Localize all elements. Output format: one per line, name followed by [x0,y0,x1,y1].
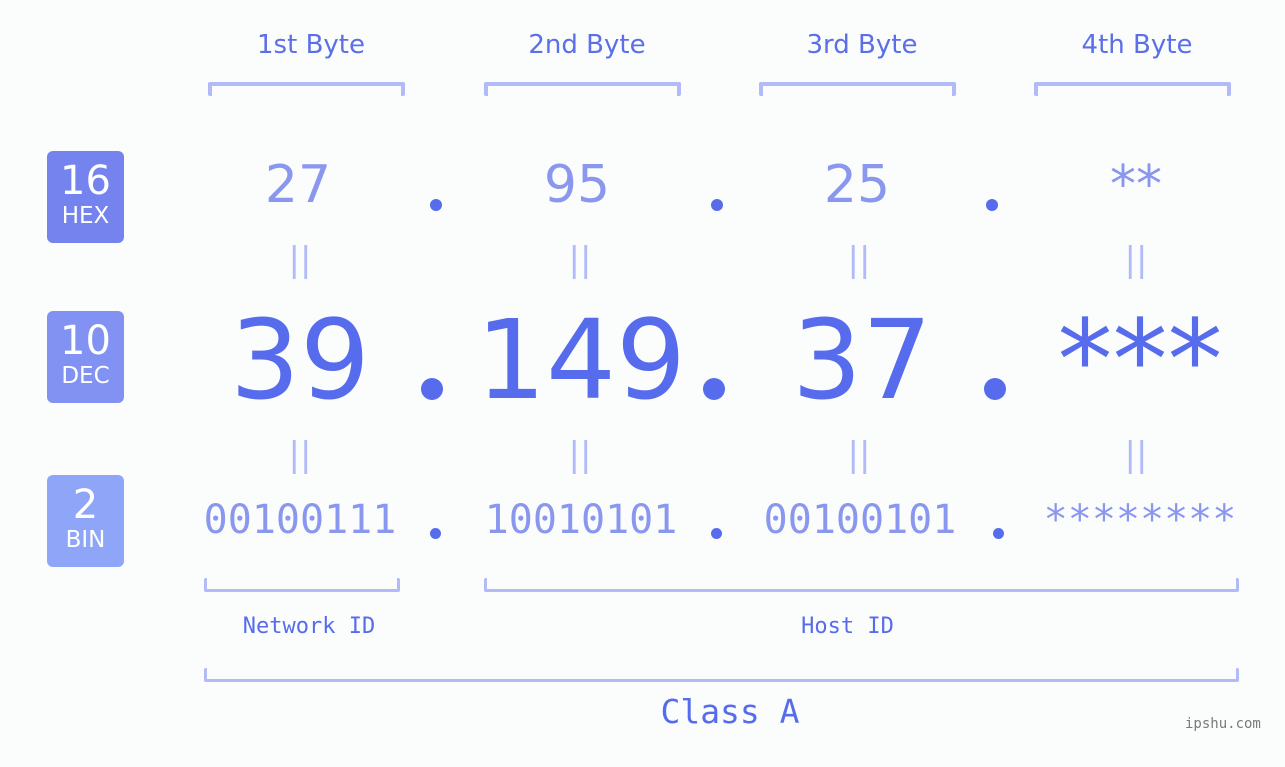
hex-byte-1: 27 [264,155,332,215]
hex-separator-dot [711,199,723,211]
hex-byte-2: 95 [543,155,611,215]
byte-bracket-1 [208,82,405,96]
host-id-bracket [484,578,1239,592]
equals-icon: || [847,240,871,280]
bin-base-number: 2 [72,482,99,528]
byte-bracket-3 [759,82,956,96]
host-id-label: Host ID [801,614,894,639]
network-id-label: Network ID [242,614,376,639]
bin-byte-3: 00100101 [763,497,957,543]
bin-byte-2: 10010101 [484,497,678,543]
hex-separator-dot [430,199,442,211]
dec-separator-dot [421,378,443,400]
dec-base-number: 10 [60,318,111,364]
dec-byte-2: 149 [476,296,686,424]
dec-separator-dot [703,378,725,400]
byte-bracket-4 [1034,82,1231,96]
hex-base-label: HEX [61,203,110,229]
hex-base-number: 16 [60,158,111,204]
watermark: ipshu.com [1185,716,1261,732]
hex-separator-dot [986,199,998,211]
class-label: Class A [660,692,800,731]
equals-icon: || [288,435,312,475]
byte-header-2: 2nd Byte [528,30,646,60]
network-id-bracket [204,578,400,592]
bin-byte-4: ******** [1043,497,1237,543]
dec-byte-3: 37 [792,296,932,424]
byte-bracket-2 [484,82,681,96]
bin-badge: 2 BIN [47,475,124,567]
byte-header-4: 4th Byte [1081,30,1193,60]
equals-icon: || [1124,240,1148,280]
equals-icon: || [847,435,871,475]
dec-byte-1: 39 [230,296,370,424]
hex-byte-4: ** [1110,155,1162,215]
dec-badge: 10 DEC [47,311,124,403]
equals-icon: || [1124,435,1148,475]
equals-icon: || [568,240,592,280]
equals-icon: || [288,240,312,280]
equals-icon: || [568,435,592,475]
class-bracket [204,668,1239,682]
byte-header-3: 3rd Byte [806,30,918,60]
bin-byte-1: 00100111 [203,497,397,543]
dec-separator-dot [984,378,1006,400]
bin-separator-dot [993,528,1004,539]
dec-byte-4: *** [1057,296,1223,424]
dec-base-label: DEC [61,363,110,389]
bin-separator-dot [430,528,441,539]
bin-separator-dot [711,528,722,539]
hex-badge: 16 HEX [47,151,124,243]
hex-byte-3: 25 [823,155,891,215]
byte-header-1: 1st Byte [257,30,365,60]
bin-base-label: BIN [65,527,106,553]
